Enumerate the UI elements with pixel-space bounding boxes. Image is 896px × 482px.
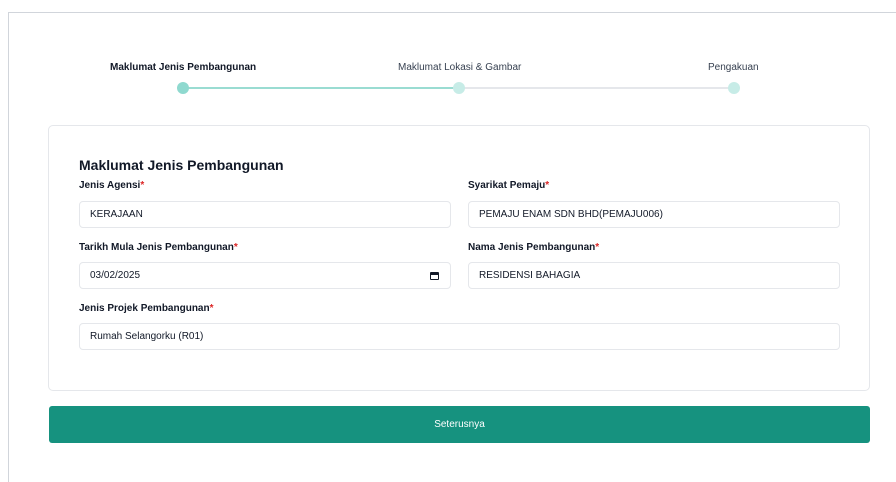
step-dot-1[interactable] bbox=[177, 82, 189, 94]
required-mark: * bbox=[595, 242, 600, 253]
step-dot-2[interactable] bbox=[453, 82, 465, 94]
required-mark: * bbox=[209, 303, 214, 314]
jenis-agensi-field[interactable]: KERAJAAN bbox=[79, 201, 451, 228]
step-label-3: Pengakuan bbox=[708, 62, 759, 73]
jenis-projek-field[interactable]: Rumah Selangorku (R01) bbox=[79, 323, 840, 350]
syarikat-pemaju-field[interactable]: PEMAJU ENAM SDN BHD(PEMAJU006) bbox=[468, 201, 840, 228]
next-button[interactable]: Seterusnya bbox=[49, 406, 870, 443]
form-title: Maklumat Jenis Pembangunan bbox=[79, 157, 284, 173]
required-mark: * bbox=[233, 242, 238, 253]
syarikat-pemaju-label: Syarikat Pemaju* bbox=[468, 180, 550, 191]
step-dot-3[interactable] bbox=[728, 82, 740, 94]
form-card: Maklumat Jenis Pembangunan Jenis Agensi*… bbox=[48, 125, 870, 391]
step-connector-2 bbox=[460, 87, 734, 89]
nama-jenis-value: RESIDENSI BAHAGIA bbox=[479, 270, 581, 281]
progress-stepper: Maklumat Jenis Pembangunan Maklumat Loka… bbox=[0, 0, 896, 100]
nama-jenis-label: Nama Jenis Pembangunan* bbox=[468, 242, 600, 253]
step-connector-1 bbox=[184, 87, 458, 89]
step-label-2: Maklumat Lokasi & Gambar bbox=[398, 62, 522, 73]
step-label-1: Maklumat Jenis Pembangunan bbox=[110, 62, 257, 73]
tarikh-mula-value: 03/02/2025 bbox=[90, 270, 141, 281]
required-mark: * bbox=[140, 180, 145, 191]
jenis-projek-value: Rumah Selangorku (R01) bbox=[90, 331, 204, 342]
syarikat-pemaju-value: PEMAJU ENAM SDN BHD(PEMAJU006) bbox=[479, 209, 663, 220]
tarikh-mula-label: Tarikh Mula Jenis Pembangunan* bbox=[79, 242, 238, 253]
tarikh-mula-date-field[interactable]: 03/02/2025 bbox=[79, 262, 451, 289]
required-mark: * bbox=[545, 180, 550, 191]
jenis-agensi-label: Jenis Agensi* bbox=[79, 180, 145, 191]
jenis-projek-label: Jenis Projek Pembangunan* bbox=[79, 303, 214, 314]
calendar-icon[interactable] bbox=[429, 270, 440, 281]
jenis-agensi-value: KERAJAAN bbox=[90, 209, 143, 220]
nama-jenis-field[interactable]: RESIDENSI BAHAGIA bbox=[468, 262, 840, 289]
